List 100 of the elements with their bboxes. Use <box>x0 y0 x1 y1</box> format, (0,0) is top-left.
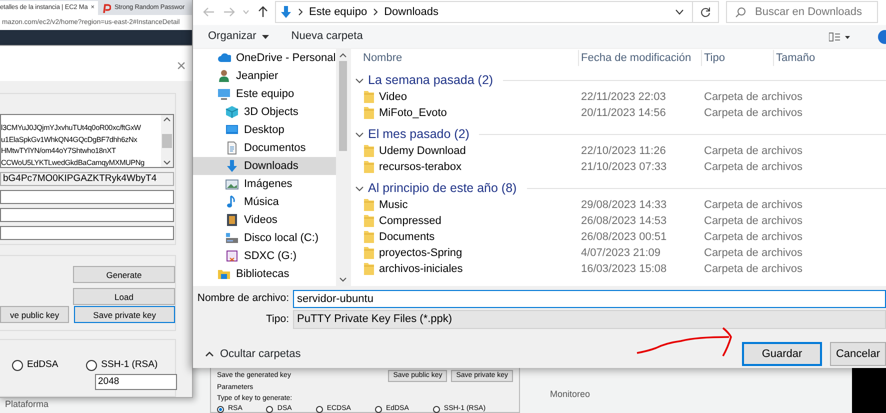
file-type: Carpeta de archivos <box>704 106 804 121</box>
dialog-button[interactable]: Guardar <box>742 342 822 366</box>
file-date: 22/11/2023 22:03 <box>581 90 667 105</box>
button[interactable]: Save private key <box>74 306 175 323</box>
file-name[interactable]: Music <box>379 196 408 214</box>
group-header[interactable]: La semana pasada (2) <box>368 70 494 90</box>
button[interactable]: Generate <box>73 266 175 283</box>
search-icon <box>735 7 746 18</box>
sidebar-item[interactable]: Desktop <box>193 121 336 139</box>
group-header[interactable]: El mes pasado (2) <box>368 124 470 144</box>
file-type-dropdown[interactable]: PuTTY Private Key Files (*.ppk) <box>293 310 886 329</box>
scrollbar[interactable] <box>161 115 173 167</box>
file-type: Carpeta de archivos <box>704 144 804 159</box>
radio-button[interactable] <box>217 406 224 413</box>
column-header[interactable]: Tipo <box>704 50 774 66</box>
file-type: Carpeta de archivos <box>704 230 804 245</box>
folder-icon <box>363 230 375 244</box>
file-type: Carpeta de archivos <box>704 198 804 213</box>
sidebar-item[interactable]: Documentos <box>193 139 336 157</box>
page-label: Monitoreo <box>550 388 590 401</box>
breadcrumb-item[interactable]: Este equipo <box>309 4 368 20</box>
file-name[interactable]: MiFoto_Evoto <box>379 104 447 122</box>
sidebar-item[interactable]: Downloads <box>193 157 336 175</box>
chevron-down-icon[interactable] <box>675 9 684 15</box>
filename-field[interactable]: servidor-ubuntu <box>293 290 886 308</box>
dialog-button[interactable]: Cancelar <box>830 342 886 366</box>
radio-button[interactable] <box>316 406 323 413</box>
sidebar-item[interactable]: SDXC (G:) <box>193 247 336 265</box>
file-name[interactable]: Documents <box>379 228 435 246</box>
field-label: Tipo: <box>265 312 290 327</box>
file-date: 21/10/2023 07:33 <box>581 160 668 175</box>
computer-icon <box>217 87 231 101</box>
image-icon <box>225 177 239 191</box>
text-field[interactable] <box>0 190 174 204</box>
search-field[interactable]: Buscar en Downloads <box>726 1 878 23</box>
chevron-right-icon <box>373 8 378 16</box>
close-button[interactable]: × <box>176 52 186 81</box>
download-icon <box>280 6 292 18</box>
hide-folders-button[interactable]: Ocultar carpetas <box>205 346 301 362</box>
toolbar-button[interactable]: Organizar <box>208 28 270 45</box>
sidebar-item[interactable]: Jeanpier <box>193 67 336 85</box>
chevron-down-icon[interactable] <box>355 76 364 84</box>
sidebar-item[interactable]: Imágenes <box>193 175 336 193</box>
document-icon <box>225 141 239 155</box>
file-name[interactable]: proyectos-Spring <box>379 244 462 262</box>
sidebar-item[interactable]: Música <box>193 193 336 211</box>
radio-button[interactable] <box>12 360 23 371</box>
group-header[interactable]: Al principio de este año (8) <box>368 178 517 198</box>
address-field[interactable]: Este equipo Downloads <box>275 1 693 23</box>
page-label: Plataforma <box>5 398 49 411</box>
folder-icon <box>363 160 375 174</box>
file-type: Carpeta de archivos <box>704 160 804 175</box>
file-name[interactable]: Udemy Download <box>379 142 466 160</box>
sidebar-item[interactable]: OneDrive - Personal <box>193 49 336 67</box>
scroll-up-icon <box>163 116 171 122</box>
file-date: 22/10/2023 11:26 <box>581 144 667 159</box>
help-icon[interactable] <box>876 30 886 44</box>
breadcrumb-item[interactable]: Downloads <box>384 4 439 20</box>
text-field[interactable] <box>0 208 174 222</box>
toolbar-button[interactable]: Nueva carpeta <box>291 28 363 45</box>
up-icon[interactable] <box>257 6 269 18</box>
sidebar-item[interactable]: Disco local (C:) <box>193 229 336 247</box>
column-header[interactable]: Fecha de modificación <box>581 50 702 66</box>
file-name[interactable]: archivos-iniciales <box>379 260 463 278</box>
radio-button[interactable] <box>374 406 382 413</box>
scrollbar-thumb[interactable] <box>339 61 348 151</box>
radio-button[interactable] <box>266 406 274 413</box>
sidebar-item[interactable]: Videos <box>193 211 336 229</box>
cloud-icon <box>217 51 231 65</box>
sidebar-item[interactable]: 3D Objects <box>193 103 336 121</box>
chevron-down-icon[interactable] <box>355 130 364 138</box>
refresh-button[interactable] <box>693 1 719 23</box>
file-name[interactable]: Compressed <box>379 212 442 230</box>
scrollbar[interactable] <box>336 49 351 286</box>
button[interactable]: ve public key <box>0 306 70 323</box>
download-icon <box>225 159 239 173</box>
radio-button[interactable] <box>432 406 440 413</box>
bits-field[interactable]: 2048 <box>95 374 177 390</box>
button[interactable]: Load <box>73 288 175 305</box>
file-date: 26/08/2023 14:53 <box>581 214 668 229</box>
column-header[interactable]: Nombre <box>355 50 579 66</box>
column-header[interactable]: Tamaño <box>776 50 856 66</box>
monitor-icon <box>225 123 239 137</box>
file-type: Carpeta de archivos <box>704 90 804 105</box>
folder-icon <box>363 90 375 104</box>
file-name[interactable]: Video <box>379 88 407 106</box>
file-date: 29/08/2023 14:33 <box>581 198 668 213</box>
scrollbar-thumb[interactable] <box>162 134 172 148</box>
chevron-down-icon[interactable] <box>355 184 364 192</box>
file-name[interactable]: recursos-terabox <box>379 158 462 176</box>
folder-icon <box>363 262 375 276</box>
file-type: Carpeta de archivos <box>704 214 804 229</box>
folder-icon <box>363 144 375 158</box>
sidebar-item[interactable]: Bibliotecas <box>193 265 336 283</box>
text-field[interactable] <box>0 226 174 240</box>
radio-button[interactable] <box>86 360 98 371</box>
sidebar-item[interactable]: Este equipo <box>193 85 336 103</box>
view-options-icon[interactable] <box>829 32 851 42</box>
fingerprint-field: bG4Pc7MO0KIPGAZKTRyk4WbyT4 <box>0 172 174 186</box>
caret-icon <box>262 34 270 38</box>
